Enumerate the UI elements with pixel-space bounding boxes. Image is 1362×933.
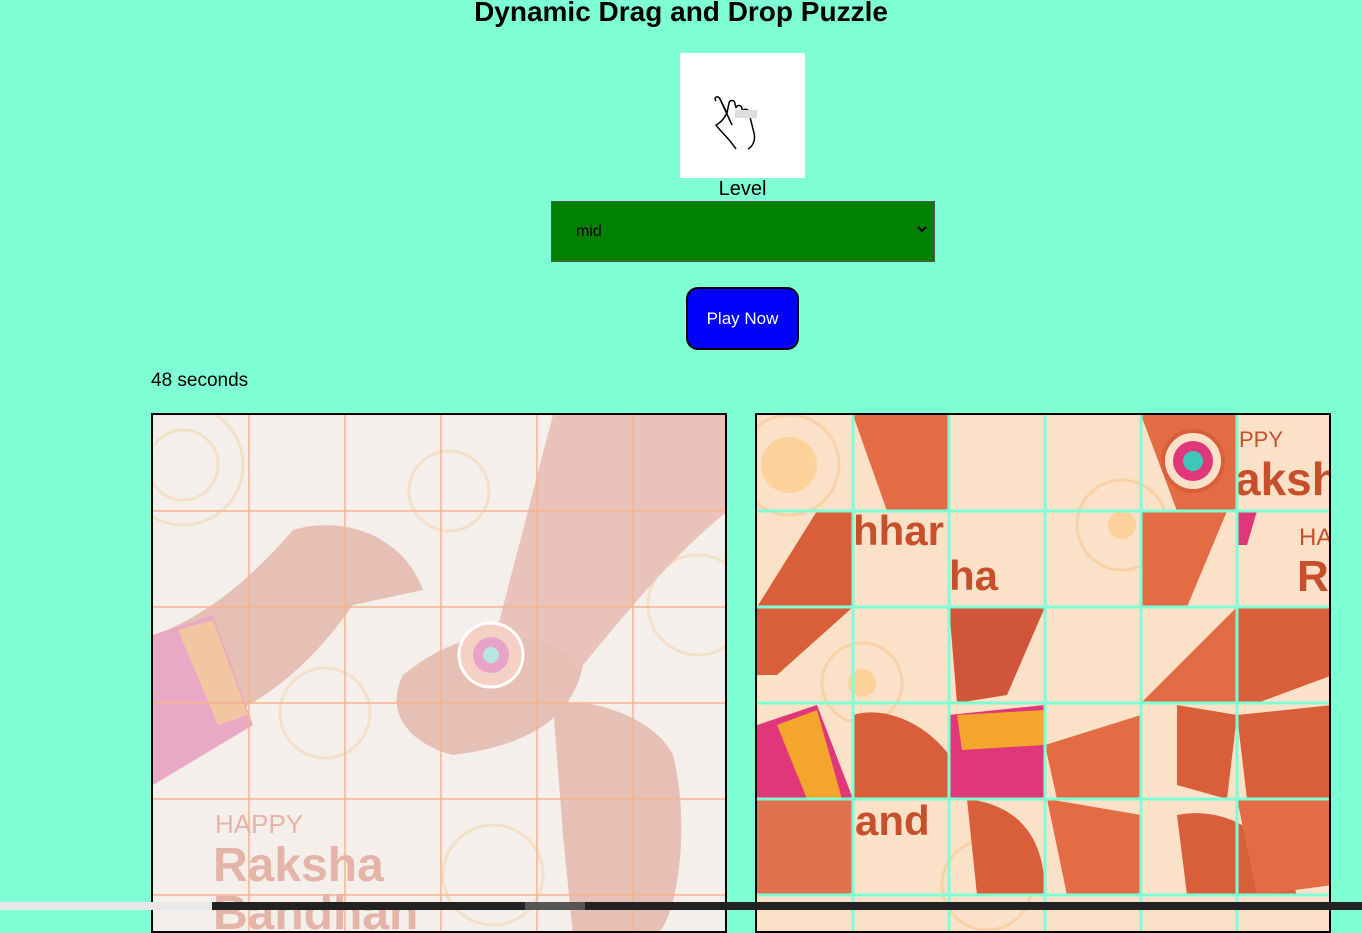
tile-text-7: and (855, 797, 930, 844)
chevron-down-icon (916, 222, 928, 240)
taskbar-start-area[interactable] (0, 902, 212, 910)
raksha-text: Raksha (213, 839, 384, 892)
level-selected-value: mid (576, 222, 602, 240)
taskbar-app-item[interactable] (525, 902, 585, 910)
tile-text-6: R (1297, 552, 1329, 601)
tile-text-5: HA (1299, 524, 1331, 551)
puzzle-board[interactable]: hhar ha PPY aksh HA R and (755, 413, 1331, 933)
bandhan-text: Bandhan (213, 887, 418, 933)
play-now-button[interactable]: Play Now (686, 287, 799, 350)
page-title: Dynamic Drag and Drop Puzzle (474, 0, 888, 27)
pointing-hand-icon (680, 53, 805, 178)
timer-display: 48 seconds (151, 370, 249, 391)
level-label: Level (718, 178, 767, 200)
happy-text: HAPPY (215, 809, 303, 839)
tile-text-3: PPY (1239, 427, 1283, 452)
reference-image-board: HAPPY Raksha Bandhan (151, 413, 727, 933)
level-select[interactable]: mid (551, 201, 935, 262)
taskbar (0, 902, 1362, 910)
tile-text-1: hhar (853, 507, 944, 554)
tile-text-2: ha (949, 552, 999, 599)
tile-text-4: aksh (1235, 453, 1331, 505)
